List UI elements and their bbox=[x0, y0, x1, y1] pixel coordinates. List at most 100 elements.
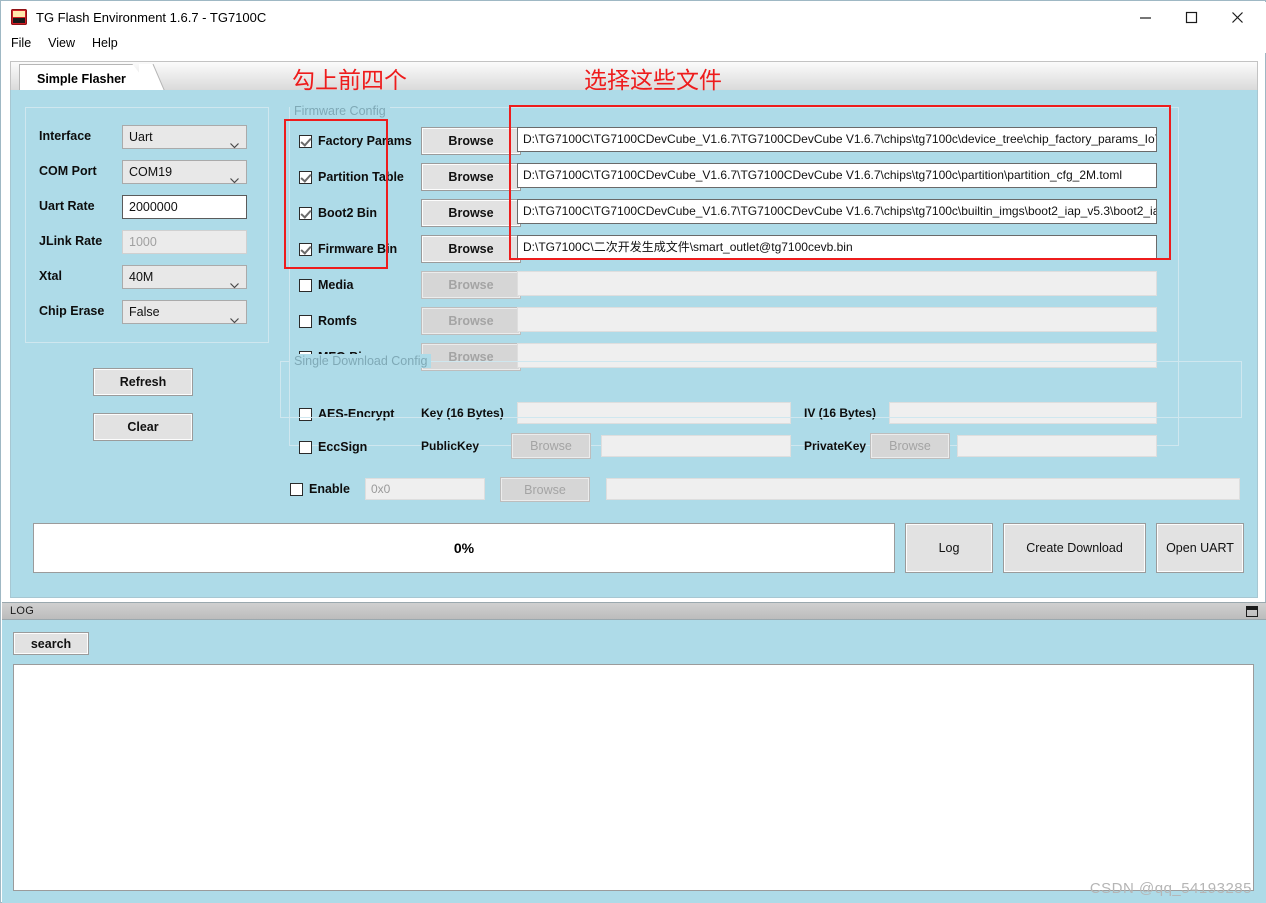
log-dock-body: search CSDN @qq_54193285 bbox=[2, 620, 1266, 903]
browse-button-factory-params[interactable]: Browse bbox=[421, 127, 521, 155]
row-interface: Interface Uart bbox=[24, 125, 268, 151]
search-button[interactable]: search bbox=[13, 632, 89, 655]
checkbox-single-download-enable[interactable]: Enable bbox=[290, 482, 350, 496]
title-bar: TG Flash Environment 1.6.7 - TG7100C bbox=[2, 2, 1266, 32]
checkbox-factory-params[interactable]: Factory Params bbox=[299, 134, 412, 148]
label-publickey: PublicKey bbox=[421, 439, 480, 453]
publickey-input[interactable] bbox=[601, 435, 791, 457]
label-chip-erase: Chip Erase bbox=[39, 304, 105, 318]
app-logo-icon bbox=[11, 9, 27, 25]
single-download-address-input[interactable]: 0x0 bbox=[365, 478, 485, 500]
log-dock-title: LOG bbox=[10, 605, 35, 617]
browse-button-publickey[interactable]: Browse bbox=[511, 433, 591, 459]
interface-value: Uart bbox=[129, 130, 153, 144]
path-input-boot2-bin[interactable]: D:\TG7100C\TG7100CDevCube_V1.6.7\TG7100C… bbox=[517, 199, 1157, 224]
interface-select[interactable]: Uart bbox=[122, 125, 247, 149]
browse-button-boot2-bin[interactable]: Browse bbox=[421, 199, 521, 227]
close-button[interactable] bbox=[1214, 2, 1260, 32]
maximize-button[interactable] bbox=[1168, 2, 1214, 32]
checkbox-icon bbox=[299, 314, 312, 328]
firmware-row-firmware-bin: Firmware Bin Browse D:\TG7100C\二次开发生成文件\… bbox=[289, 235, 1179, 271]
checkbox-eccsign[interactable]: EccSign bbox=[299, 440, 367, 454]
log-dock-header: LOG bbox=[2, 602, 1266, 620]
firmware-config-title: Firmware Config bbox=[290, 104, 390, 118]
application-window: TG Flash Environment 1.6.7 - TG7100C Fil… bbox=[0, 0, 1266, 903]
jlink-rate-input[interactable]: 1000 bbox=[122, 230, 247, 254]
firmware-row-eccsign: EccSign PublicKey Browse PrivateKey Brow… bbox=[289, 433, 1179, 469]
firmware-row-boot2-bin: Boot2 Bin Browse D:\TG7100C\TG7100CDevCu… bbox=[289, 199, 1179, 235]
row-jlink-rate: JLink Rate 1000 bbox=[24, 230, 268, 256]
checkbox-partition-table[interactable]: Partition Table bbox=[299, 170, 404, 184]
com-port-select[interactable]: COM19 bbox=[122, 160, 247, 184]
single-download-path-input[interactable] bbox=[606, 478, 1240, 500]
checkbox-label: Firmware Bin bbox=[318, 242, 398, 256]
com-port-value: COM19 bbox=[129, 165, 173, 179]
progress-percent-text: 0% bbox=[453, 540, 475, 556]
menu-item-file[interactable]: File bbox=[11, 34, 40, 52]
menu-item-view[interactable]: View bbox=[48, 34, 84, 52]
checkbox-label: Media bbox=[318, 278, 354, 292]
checkbox-romfs[interactable]: Romfs bbox=[299, 314, 357, 328]
minimize-button[interactable] bbox=[1122, 2, 1168, 32]
chevron-down-icon bbox=[230, 169, 239, 191]
open-uart-button[interactable]: Open UART bbox=[1156, 523, 1244, 573]
label-privatekey: PrivateKey bbox=[804, 439, 867, 453]
browse-button-firmware-bin[interactable]: Browse bbox=[421, 235, 521, 263]
checkbox-icon bbox=[299, 278, 312, 292]
checkbox-label: Partition Table bbox=[318, 170, 404, 184]
path-input-firmware-bin[interactable]: D:\TG7100C\二次开发生成文件\smart_outlet@tg7100c… bbox=[517, 235, 1157, 260]
menu-item-help[interactable]: Help bbox=[92, 34, 127, 52]
browse-button-romfs[interactable]: Browse bbox=[421, 307, 521, 335]
path-input-factory-params[interactable]: D:\TG7100C\TG7100CDevCube_V1.6.7\TG7100C… bbox=[517, 127, 1157, 152]
path-input-romfs[interactable] bbox=[517, 307, 1157, 332]
tab-simple-flasher[interactable]: Simple Flasher bbox=[19, 64, 154, 92]
progress-bar: 0% bbox=[33, 523, 895, 573]
xtal-select[interactable]: 40M bbox=[122, 265, 247, 289]
checkbox-icon bbox=[299, 242, 312, 256]
checkbox-label: Boot2 Bin bbox=[318, 206, 378, 220]
watermark-text: CSDN @qq_54193285 bbox=[1089, 880, 1252, 897]
checkbox-boot2-bin[interactable]: Boot2 Bin bbox=[299, 206, 377, 220]
single-download-config-group bbox=[280, 361, 1242, 418]
annotation-text-check-first-four: 勾上前四个 bbox=[292, 68, 407, 94]
connection-config-rows: Interface Uart COM Port COM19 Uart Rate … bbox=[24, 107, 268, 347]
label-uart-rate: Uart Rate bbox=[39, 199, 95, 213]
refresh-button[interactable]: Refresh bbox=[93, 368, 193, 396]
browse-button-media[interactable]: Browse bbox=[421, 271, 521, 299]
chip-erase-value: False bbox=[129, 305, 160, 319]
clear-button[interactable]: Clear bbox=[93, 413, 193, 441]
label-jlink-rate: JLink Rate bbox=[39, 234, 103, 248]
firmware-row-partition-table: Partition Table Browse D:\TG7100C\TG7100… bbox=[289, 163, 1179, 199]
tab-simple-flasher-label: Simple Flasher bbox=[37, 71, 126, 86]
checkbox-icon bbox=[290, 482, 303, 496]
checkbox-label: EccSign bbox=[318, 440, 368, 454]
firmware-row-factory-params: Factory Params Browse D:\TG7100C\TG7100C… bbox=[289, 127, 1179, 163]
log-output-textarea[interactable] bbox=[13, 664, 1254, 891]
checkbox-firmware-bin[interactable]: Firmware Bin bbox=[299, 242, 397, 256]
privatekey-input[interactable] bbox=[957, 435, 1157, 457]
checkbox-media[interactable]: Media bbox=[299, 278, 353, 292]
uart-rate-input[interactable]: 2000000 bbox=[122, 195, 247, 219]
browse-button-privatekey[interactable]: Browse bbox=[870, 433, 950, 459]
log-button[interactable]: Log bbox=[905, 523, 993, 573]
restore-window-icon[interactable] bbox=[1246, 606, 1258, 617]
firmware-row-romfs: Romfs Browse bbox=[289, 307, 1179, 343]
chevron-down-icon bbox=[230, 309, 239, 331]
checkbox-icon bbox=[299, 134, 312, 148]
path-input-partition-table[interactable]: D:\TG7100C\TG7100CDevCube_V1.6.7\TG7100C… bbox=[517, 163, 1157, 188]
row-xtal: Xtal 40M bbox=[24, 265, 268, 291]
row-chip-erase: Chip Erase False bbox=[24, 300, 268, 326]
chip-erase-select[interactable]: False bbox=[122, 300, 247, 324]
single-download-config-title: Single Download Config bbox=[290, 354, 432, 368]
checkbox-label: Enable bbox=[309, 482, 350, 496]
checkbox-label: Romfs bbox=[318, 314, 357, 328]
label-interface: Interface bbox=[39, 129, 92, 143]
chevron-down-icon bbox=[230, 134, 239, 156]
path-input-media[interactable] bbox=[517, 271, 1157, 296]
checkbox-icon bbox=[299, 170, 312, 184]
browse-button-partition-table[interactable]: Browse bbox=[421, 163, 521, 191]
browse-button-single-download[interactable]: Browse bbox=[500, 477, 590, 502]
menu-bar: File View Help bbox=[2, 32, 1266, 53]
create-download-button[interactable]: Create Download bbox=[1003, 523, 1146, 573]
label-xtal: Xtal bbox=[39, 269, 62, 283]
